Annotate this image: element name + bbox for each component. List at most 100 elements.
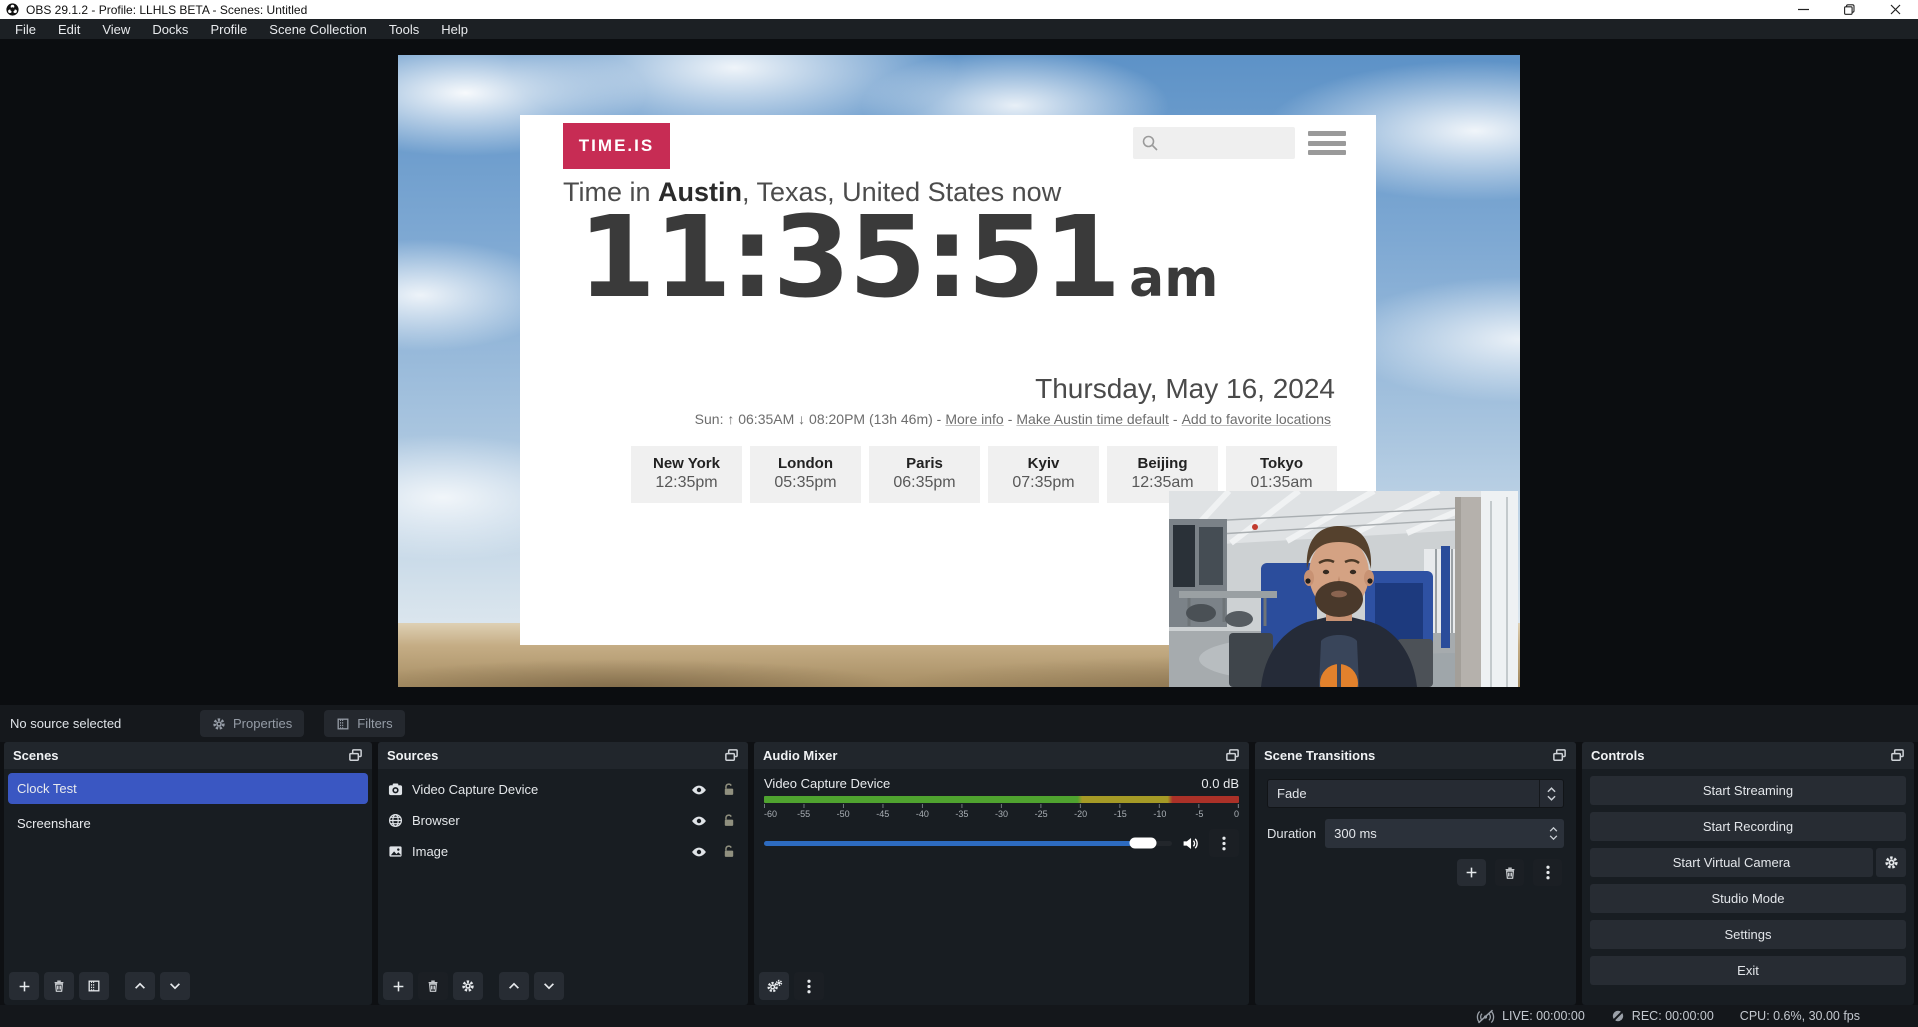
city-time-newyork[interactable]: New York12:35pm — [631, 446, 742, 503]
remove-source-button[interactable] — [418, 972, 448, 1000]
kebab-menu-icon — [807, 979, 811, 994]
status-bar: LIVE: 00:00:00 REC: 00:00:00 CPU: 0.6%, … — [0, 1005, 1918, 1027]
add-source-button[interactable] — [383, 972, 413, 1000]
city-time-paris[interactable]: Paris06:35pm — [869, 446, 980, 503]
remove-scene-button[interactable] — [44, 972, 74, 1000]
minimize-button[interactable] — [1780, 0, 1826, 19]
dock-popout-icon[interactable] — [724, 748, 739, 763]
transition-select[interactable]: Fade — [1267, 779, 1564, 808]
filters-button[interactable]: Filters — [324, 710, 404, 737]
controls-dock: Controls Start Streaming Start Recording… — [1582, 742, 1914, 1005]
source-row-video-capture[interactable]: Video Capture Device — [378, 774, 748, 805]
add-favorite-link[interactable]: Add to favorite locations — [1182, 411, 1331, 427]
source-properties-button[interactable] — [453, 972, 483, 1000]
add-transition-button[interactable] — [1457, 859, 1486, 886]
dock-popout-icon[interactable] — [1890, 748, 1905, 763]
scene-item-clock-test[interactable]: Clock Test — [8, 773, 368, 804]
volume-slider[interactable] — [764, 841, 1172, 846]
filter-icon — [336, 717, 350, 731]
menu-tools[interactable]: Tools — [378, 19, 430, 39]
gear-icon — [212, 717, 226, 731]
lock-icon[interactable] — [722, 844, 736, 859]
meter-tick-label: -5 — [1195, 809, 1203, 819]
image-icon — [388, 844, 403, 859]
scene-item-screenshare[interactable]: Screenshare — [8, 808, 368, 839]
menu-profile[interactable]: Profile — [199, 19, 258, 39]
timeis-logo: TIME.IS — [563, 123, 670, 169]
gear-icon — [461, 979, 475, 993]
add-scene-button[interactable] — [9, 972, 39, 1000]
exit-button[interactable]: Exit — [1590, 956, 1906, 985]
mixer-channel-name: Video Capture Device — [764, 776, 890, 791]
meter-tick-label: -55 — [797, 809, 810, 819]
menu-file[interactable]: File — [4, 19, 47, 39]
scene-transitions-dock: Scene Transitions Fade Duration 300 ms — [1255, 742, 1576, 1005]
dock-popout-icon[interactable] — [348, 748, 363, 763]
make-default-link[interactable]: Make Austin time default — [1016, 411, 1169, 427]
spin-down-icon[interactable] — [1549, 835, 1558, 840]
preview-area: TIME.IS Time in Austin, Texas, United St… — [0, 39, 1918, 705]
scene-move-down-button[interactable] — [160, 972, 190, 1000]
source-move-down-button[interactable] — [534, 972, 564, 1000]
dock-area: Scenes Clock Test Screenshare Sources — [0, 742, 1918, 1005]
date-line: Thursday, May 16, 2024 — [1035, 373, 1335, 405]
mixer-options-button[interactable] — [794, 972, 824, 1000]
source-row-image[interactable]: Image — [378, 836, 748, 867]
eye-icon[interactable] — [691, 844, 707, 860]
meter-tick-label: -25 — [1035, 809, 1048, 819]
city-time-kyiv[interactable]: Kyiv07:35pm — [988, 446, 1099, 503]
menu-view[interactable]: View — [91, 19, 141, 39]
hamburger-menu-icon[interactable] — [1308, 131, 1346, 155]
chevron-up-icon — [1547, 787, 1556, 793]
program-canvas[interactable]: TIME.IS Time in Austin, Texas, United St… — [398, 55, 1520, 687]
restore-button[interactable] — [1826, 0, 1872, 19]
volume-slider-handle[interactable] — [1130, 838, 1157, 849]
scene-move-up-button[interactable] — [125, 972, 155, 1000]
settings-button[interactable]: Settings — [1590, 920, 1906, 949]
studio-mode-button[interactable]: Studio Mode — [1590, 884, 1906, 913]
properties-button[interactable]: Properties — [200, 710, 304, 737]
lock-icon[interactable] — [722, 813, 736, 828]
plus-icon — [392, 980, 405, 993]
clock-time: 11:35:51 — [578, 193, 1119, 323]
start-virtual-camera-button[interactable]: Start Virtual Camera — [1590, 848, 1873, 877]
source-move-up-button[interactable] — [499, 972, 529, 1000]
eye-icon[interactable] — [691, 782, 707, 798]
menu-scene-collection[interactable]: Scene Collection — [258, 19, 378, 39]
mixer-channel-options-button[interactable] — [1209, 829, 1239, 857]
speaker-icon[interactable] — [1182, 835, 1199, 852]
meter-tick-marks — [764, 804, 1239, 808]
more-info-link[interactable]: More info — [945, 411, 1003, 427]
dock-popout-icon[interactable] — [1552, 748, 1567, 763]
source-context-toolbar: No source selected Properties Filters — [0, 705, 1918, 742]
meter-tick-label: -40 — [916, 809, 929, 819]
scene-filters-button[interactable] — [79, 972, 109, 1000]
duration-spinbox[interactable]: 300 ms — [1325, 819, 1564, 848]
dock-popout-icon[interactable] — [1225, 748, 1240, 763]
menu-docks[interactable]: Docks — [141, 19, 199, 39]
search-input[interactable] — [1133, 127, 1295, 159]
transition-select-arrows[interactable] — [1539, 780, 1563, 807]
transition-options-button[interactable] — [1533, 859, 1562, 886]
source-row-browser[interactable]: Browser — [378, 805, 748, 836]
lock-icon[interactable] — [722, 782, 736, 797]
start-streaming-button[interactable]: Start Streaming — [1590, 776, 1906, 805]
kebab-menu-icon — [1222, 836, 1226, 851]
remove-transition-button[interactable] — [1495, 859, 1524, 886]
stream-inactive-icon — [1476, 1009, 1495, 1024]
start-recording-button[interactable]: Start Recording — [1590, 812, 1906, 841]
city-time-london[interactable]: London05:35pm — [750, 446, 861, 503]
spin-up-icon[interactable] — [1549, 827, 1558, 832]
close-button[interactable] — [1872, 0, 1918, 19]
eye-icon[interactable] — [691, 813, 707, 829]
menu-help[interactable]: Help — [430, 19, 479, 39]
advanced-audio-button[interactable] — [759, 972, 789, 1000]
menu-edit[interactable]: Edit — [47, 19, 91, 39]
trash-icon — [52, 979, 66, 993]
audio-mixer-dock-title: Audio Mixer — [763, 748, 837, 763]
no-source-selected-label: No source selected — [10, 716, 200, 731]
sun-info-line: Sun: ↑ 06:35AM ↓ 08:20PM (13h 46m) -More… — [695, 411, 1335, 427]
virtual-camera-settings-button[interactable] — [1876, 848, 1906, 877]
scenes-dock: Scenes Clock Test Screenshare — [4, 742, 372, 1005]
scenes-dock-title: Scenes — [13, 748, 59, 763]
